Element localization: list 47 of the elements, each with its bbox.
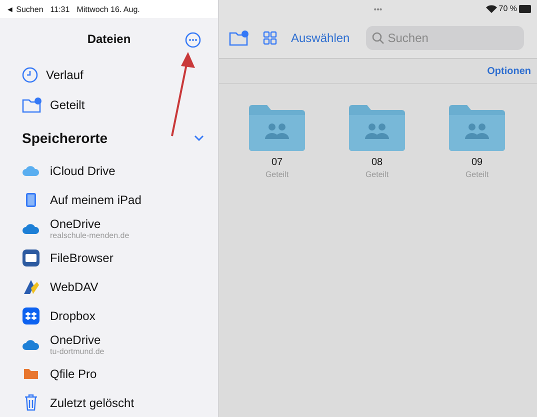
cloud-icon [22,164,40,176]
options-button[interactable]: Optionen [487,66,531,76]
section-title: Speicherorte [22,130,108,146]
trash-icon [24,394,38,411]
location-item[interactable]: Zuletzt gelöscht [0,388,218,417]
sidebar-title: Dateien [87,32,131,46]
shared-folder-icon[interactable] [449,105,505,151]
folder-icon [23,367,39,380]
folder-caption: Geteilt [265,170,289,179]
back-link[interactable]: ◄ Suchen [6,4,44,14]
cloud-icon [22,222,40,234]
grid-view-icon[interactable] [263,31,277,45]
sidebar-item[interactable]: Geteilt [0,90,218,120]
shared-folder-icon [22,97,42,113]
battery-level: 70 % [498,4,517,13]
tablet-icon [25,192,37,208]
search-icon [372,32,384,44]
webdav-icon [22,278,40,296]
file-browser-icon [22,248,40,266]
battery-icon [519,4,531,12]
location-item[interactable]: FileBrowser [0,243,218,272]
folder-name: 08 [371,157,383,168]
location-item[interactable]: Qfile Pro [0,359,218,388]
wifi-icon [486,4,497,12]
location-item[interactable]: OneDrive tu-dortmund.de [0,330,218,359]
clock-icon [22,67,38,83]
select-button[interactable]: Auswählen [291,31,350,45]
location-item[interactable]: OneDrive realschule-menden.de [0,214,218,243]
chevron-icon[interactable] [194,134,204,142]
status-date: Mittwoch 16. Aug. [76,4,140,14]
location-item[interactable]: Auf meinem iPad [0,185,218,214]
status-time: 11:31 [50,4,70,14]
folder-name: 09 [471,157,483,168]
more-icon[interactable] [185,32,201,48]
shared-folder-icon[interactable] [349,105,405,151]
new-folder-icon[interactable] [229,30,249,46]
folder-caption: Geteilt [465,170,489,179]
sidebar-item[interactable]: Verlauf [0,60,218,90]
cloud-icon [22,338,40,350]
folder-caption: Geteilt [365,170,389,179]
location-item[interactable]: WebDAV [0,272,218,301]
location-item[interactable]: iCloud Drive [0,156,218,185]
folder-name: 07 [271,157,283,168]
shared-folder-icon[interactable] [249,105,305,151]
search-field[interactable]: Suchen [366,26,524,50]
dropbox-icon [22,306,40,324]
location-item[interactable]: Dropbox [0,301,218,330]
